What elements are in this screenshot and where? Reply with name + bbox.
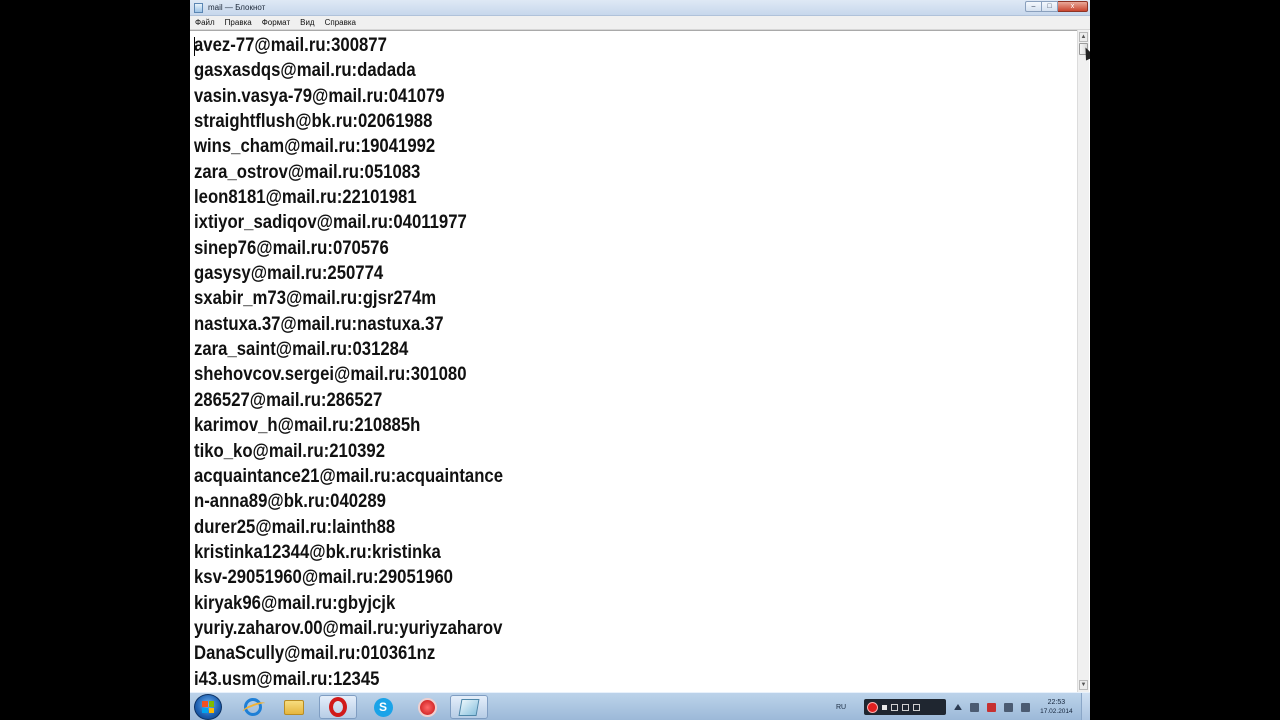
text-line: leon8181@mail.ru:22101981: [194, 187, 417, 209]
taskbar-skype[interactable]: S: [364, 695, 402, 719]
text-editor[interactable]: avez-77@mail.ru:300877 gasxasdqs@mail.ru…: [190, 30, 1077, 692]
camera-tool-icon[interactable]: [891, 703, 899, 711]
notepad-app-icon[interactable]: [194, 2, 203, 13]
taskbar: S RU 22:53 17.02.2014: [190, 692, 1090, 720]
clock-time: 22:53: [1047, 699, 1066, 706]
text-line: kiryak96@mail.ru:gbyjcjk: [194, 592, 396, 614]
menu-file[interactable]: Файл: [190, 18, 220, 27]
text-line: shehovcov.sergei@mail.ru:301080: [194, 364, 467, 386]
start-button[interactable]: [194, 694, 222, 720]
title-bar[interactable]: mail — Блокнот – □ x: [190, 0, 1090, 16]
opera-icon: [329, 697, 347, 717]
connection-icon[interactable]: [1004, 702, 1014, 712]
record-button[interactable]: [867, 701, 879, 713]
text-line: avez-77@mail.ru:300877: [194, 35, 387, 56]
menu-view[interactable]: Вид: [295, 18, 319, 27]
text-line: gasxasdqs@mail.ru:dadada: [194, 60, 416, 82]
taskbar-recorder[interactable]: [408, 695, 446, 719]
text-line: yuriy.zaharov.00@mail.ru:yuriyzaharov: [194, 617, 503, 639]
text-line: DanaScully@mail.ru:010361nz: [194, 643, 436, 665]
vertical-scrollbar[interactable]: ▲ ▼: [1077, 30, 1089, 692]
volume-icon[interactable]: [1021, 702, 1031, 712]
scroll-up-arrow-icon[interactable]: ▲: [1079, 32, 1088, 42]
notepad-window: mail — Блокнот – □ x Файл Правка Формат …: [190, 0, 1090, 720]
record-icon: [417, 697, 437, 717]
taskbar-internet-explorer[interactable]: [234, 695, 272, 719]
system-tray: RU 22:53 17.02.2014: [830, 693, 1090, 720]
text-line: gasysy@mail.ru:250774: [194, 263, 384, 285]
text-line: kristinka12344@bk.ru:kristinka: [194, 541, 441, 563]
tray-clock[interactable]: 22:53 17.02.2014: [1040, 698, 1073, 716]
text-lines: avez-77@mail.ru:300877 gasxasdqs@mail.ru…: [194, 33, 545, 692]
text-line: vasin.vasya-79@mail.ru:041079: [194, 85, 445, 107]
text-line: zara_ostrov@mail.ru:051083: [194, 161, 421, 183]
windows-logo-icon: [202, 701, 214, 713]
text-line: straightflush@bk.ru:02061988: [194, 111, 433, 133]
maximize-button[interactable]: □: [1042, 1, 1058, 12]
window-title: mail — Блокнот: [208, 3, 266, 12]
language-indicator[interactable]: RU: [836, 704, 846, 711]
text-line: sxabir_m73@mail.ru:gjsr274m: [194, 288, 437, 310]
pen-tool-icon[interactable]: [902, 703, 910, 711]
text-line: durer25@mail.ru:lainth88: [194, 516, 396, 538]
settings-tool-icon[interactable]: [913, 703, 921, 711]
action-center-icon[interactable]: [987, 702, 997, 712]
menu-bar: Файл Правка Формат Вид Справка: [190, 16, 1090, 30]
text-line: ixtiyor_sadiqov@mail.ru:04011977: [194, 212, 467, 234]
scroll-down-arrow-icon[interactable]: ▼: [1079, 680, 1088, 690]
menu-edit[interactable]: Правка: [220, 18, 257, 27]
text-line: karimov_h@mail.ru:210885h: [194, 415, 421, 437]
window-controls: – □ x: [1025, 1, 1088, 12]
clock-date: 17.02.2014: [1040, 708, 1073, 715]
text-line: zara_saint@mail.ru:031284: [194, 339, 409, 361]
text-line: ksv-29051960@mail.ru:29051960: [194, 567, 453, 589]
text-line: tiko_ko@mail.ru:210392: [194, 440, 386, 462]
text-line: i43.usm@mail.ru:12345: [194, 668, 380, 690]
text-line: n-anna89@bk.ru:040289: [194, 491, 386, 513]
skype-icon: S: [373, 697, 393, 717]
text-line: 286527@mail.ru:286527: [194, 389, 383, 411]
text-line: wins_cham@mail.ru:19041992: [194, 136, 436, 158]
taskbar-explorer[interactable]: [275, 695, 313, 719]
show-desktop-button[interactable]: [1081, 693, 1090, 720]
taskbar-notepad[interactable]: [450, 695, 488, 719]
menu-format[interactable]: Формат: [257, 18, 295, 27]
menu-help[interactable]: Справка: [320, 18, 361, 27]
recorder-controls: [864, 699, 947, 715]
text-line: nastuxa.37@mail.ru:nastuxa.37: [194, 313, 444, 335]
close-button[interactable]: x: [1058, 1, 1088, 12]
notepad-icon: [458, 698, 480, 716]
stop-button[interactable]: [882, 704, 888, 710]
network-icon[interactable]: [970, 702, 980, 712]
taskbar-opera[interactable]: [319, 695, 357, 719]
minimize-button[interactable]: –: [1025, 1, 1042, 12]
show-hidden-icons-icon[interactable]: [954, 704, 963, 710]
internet-explorer-icon: [244, 698, 262, 716]
text-line: acquaintance21@mail.ru:acquaintance: [194, 465, 504, 487]
folder-icon: [284, 699, 304, 715]
text-line: sinep76@mail.ru:070576: [194, 237, 389, 259]
